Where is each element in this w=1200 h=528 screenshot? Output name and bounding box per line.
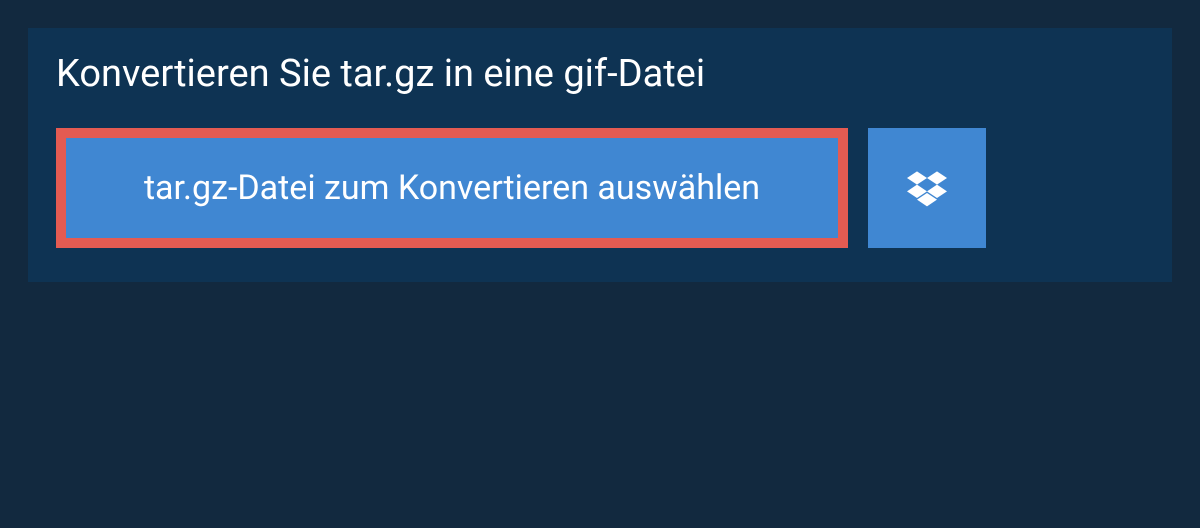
dropbox-button[interactable] xyxy=(868,128,986,248)
select-file-button[interactable]: tar.gz-Datei zum Konvertieren auswählen xyxy=(56,128,848,248)
converter-panel: Konvertieren Sie tar.gz in eine gif-Date… xyxy=(28,28,1172,282)
select-file-button-label: tar.gz-Datei zum Konvertieren auswählen xyxy=(144,168,760,208)
dropbox-icon xyxy=(907,168,947,208)
panel-title: Konvertieren Sie tar.gz in eine gif-Date… xyxy=(28,28,1172,128)
button-row: tar.gz-Datei zum Konvertieren auswählen xyxy=(28,128,1172,282)
